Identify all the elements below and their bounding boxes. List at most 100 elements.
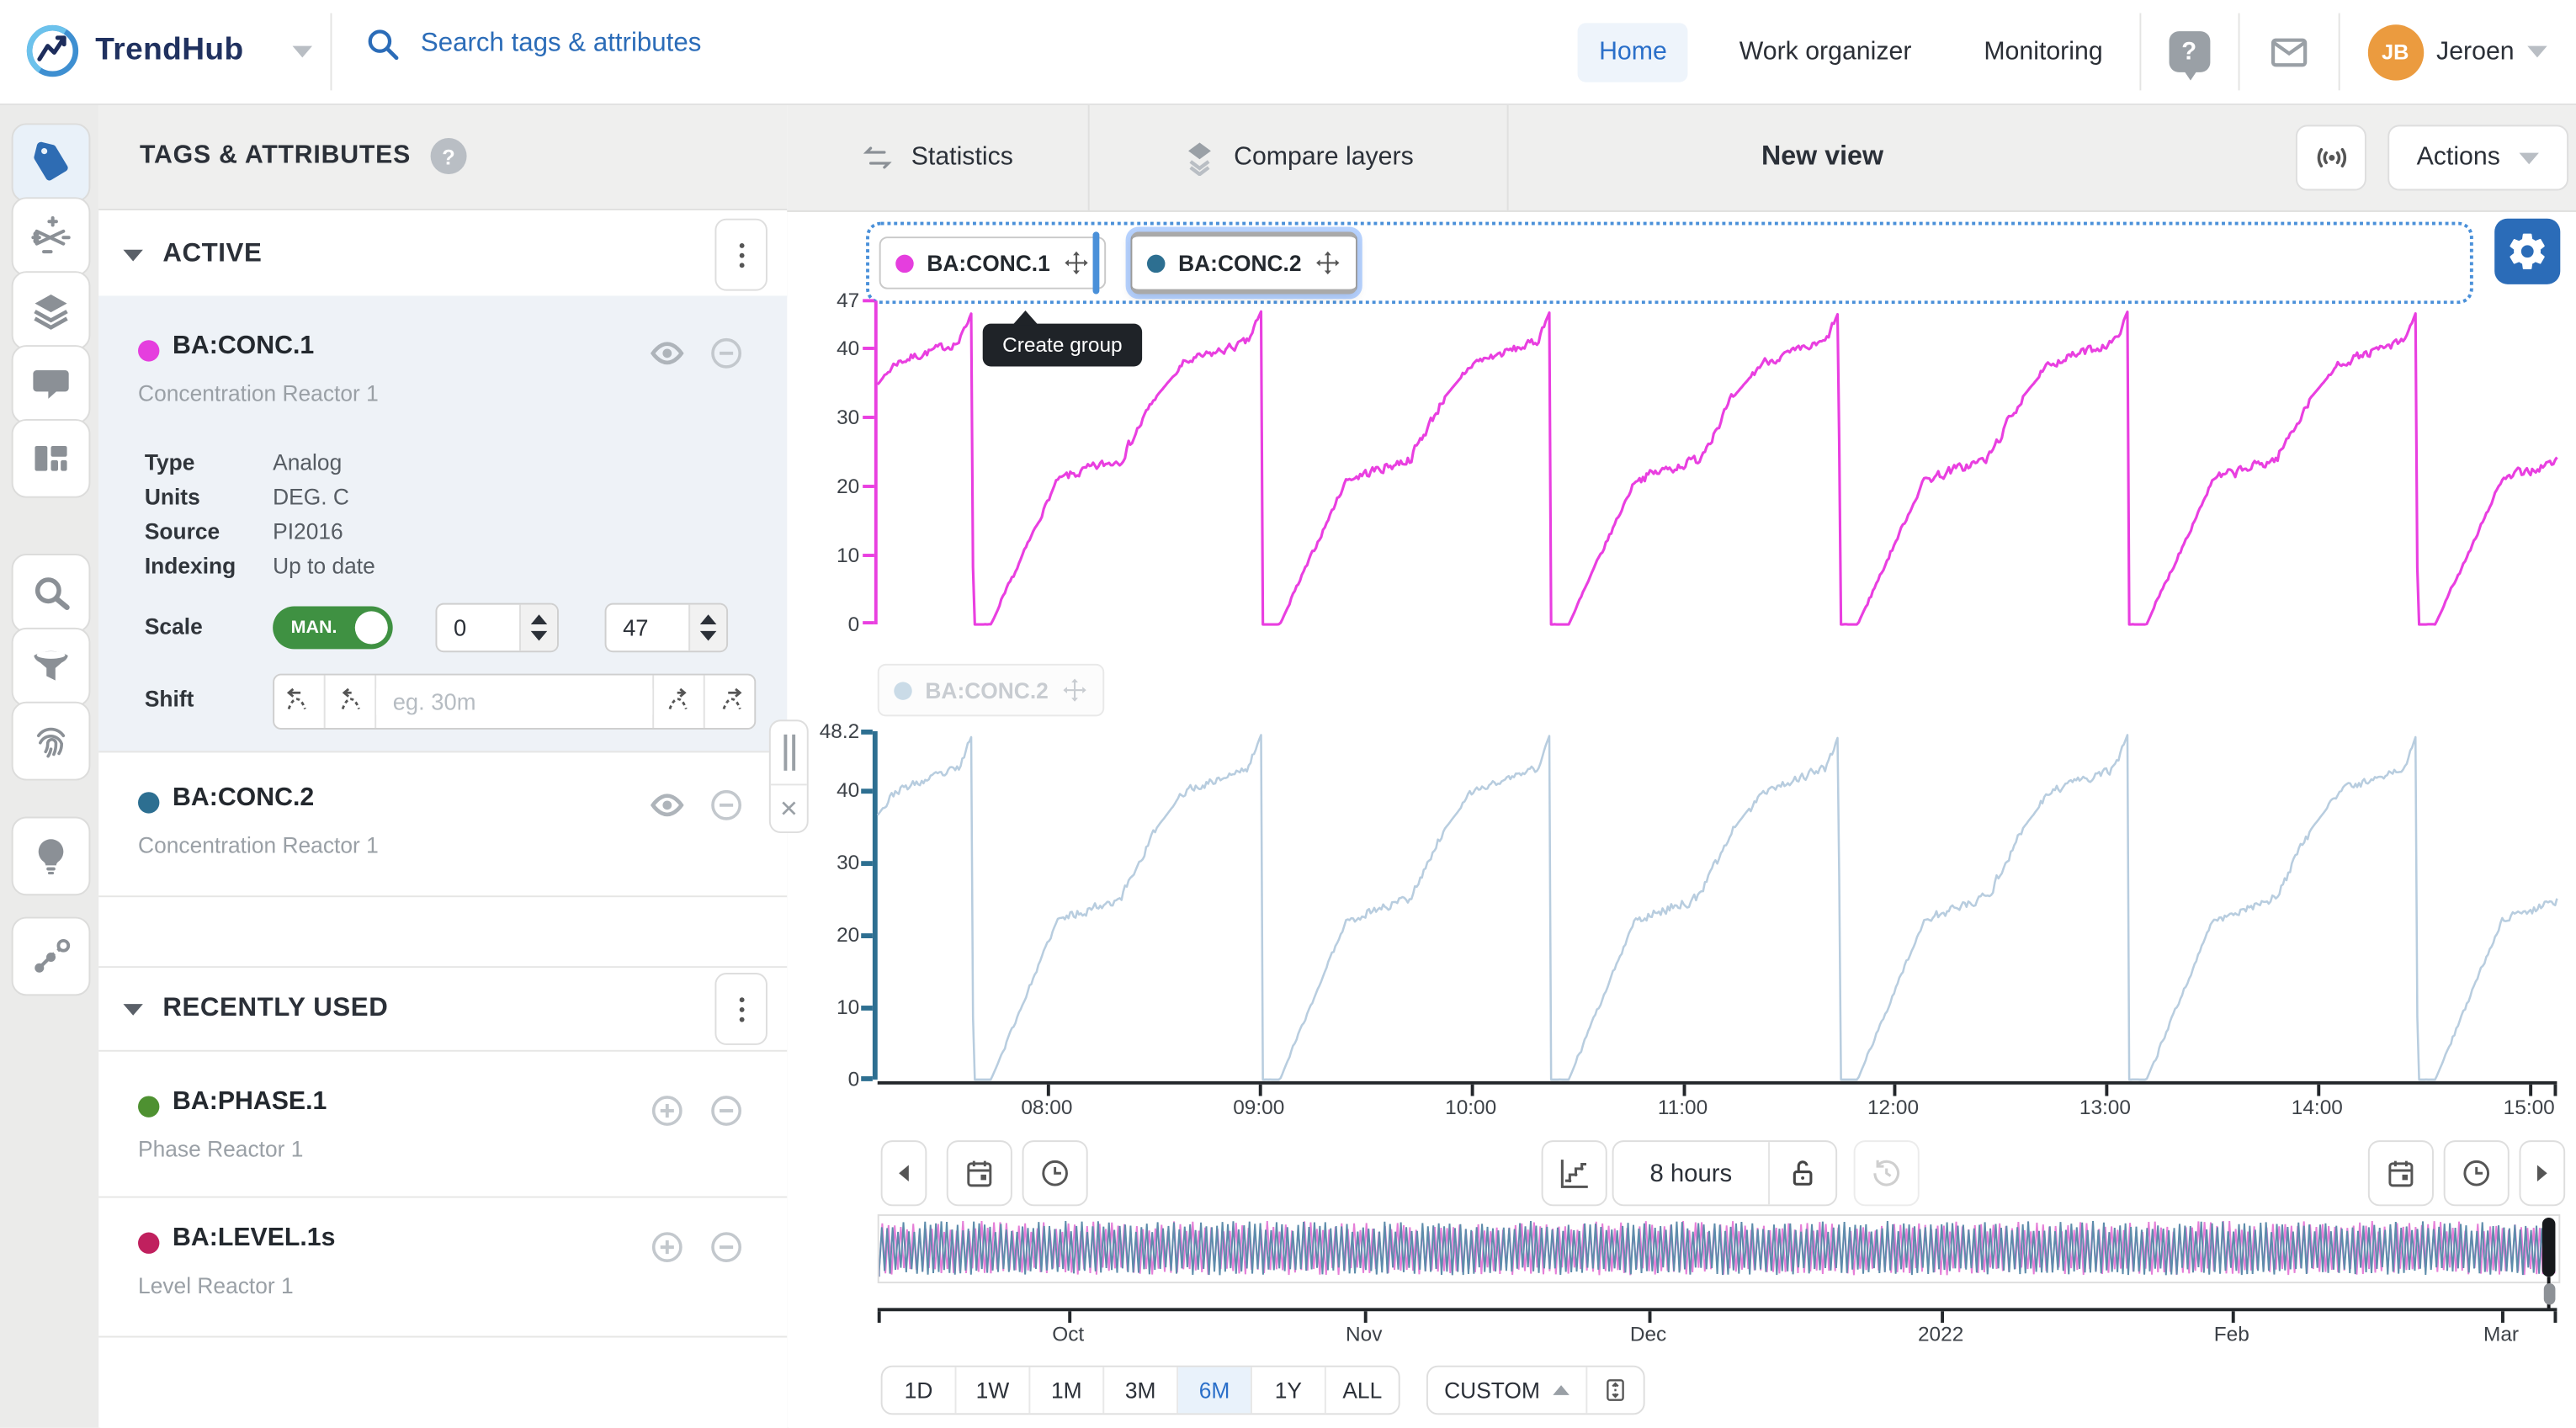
nav-monitoring[interactable]: Monitoring <box>1963 22 2124 81</box>
group-drop-zone[interactable] <box>866 222 2473 305</box>
y-tick-label: 0 <box>794 613 859 635</box>
shift-far-right-button[interactable] <box>705 676 755 728</box>
visibility-eye-icon[interactable] <box>649 787 685 823</box>
range-3m[interactable]: 3M <box>1104 1367 1178 1414</box>
brand[interactable]: TrendHub <box>23 21 312 80</box>
actions-button[interactable]: Actions <box>2387 125 2568 190</box>
chip-color-dot <box>894 681 911 698</box>
range-custom[interactable]: CUSTOM <box>1428 1367 1587 1414</box>
chart-settings-button[interactable] <box>2494 219 2560 284</box>
remove-tag-icon[interactable] <box>709 1093 745 1129</box>
collapse-caret-icon[interactable] <box>123 249 142 261</box>
nav-home[interactable]: Home <box>1578 22 1689 81</box>
user-dropdown-caret[interactable] <box>2527 46 2547 58</box>
series-chip-ba-conc-2-dragging[interactable]: BA:CONC.2 <box>1130 231 1357 294</box>
shift-right-icon <box>664 687 693 716</box>
tag-card-ba-conc-1[interactable]: BA:CONC.1 Concentration Reactor 1 Type A… <box>98 295 787 752</box>
filter-icon <box>29 645 72 688</box>
brand-dropdown-caret[interactable] <box>293 45 312 57</box>
recent-section-menu-button[interactable] <box>714 973 767 1045</box>
fit-range-button[interactable] <box>1587 1367 1643 1414</box>
visibility-eye-icon[interactable] <box>649 335 685 371</box>
pan-back-button[interactable] <box>881 1140 927 1206</box>
lock-window-button[interactable] <box>1770 1142 1835 1204</box>
scale-mode-toggle[interactable]: MAN. <box>273 607 393 650</box>
history-button[interactable] <box>1854 1140 1920 1206</box>
recent-tag-ba-phase-1[interactable]: BA:PHASE.1 Phase Reactor 1 <box>98 1059 787 1197</box>
rail-search[interactable] <box>12 554 91 633</box>
chevron-left-icon <box>895 1164 912 1183</box>
overview-strip[interactable] <box>878 1214 2561 1283</box>
recent-tag-ba-level-1s[interactable]: BA:LEVEL.1s Level Reactor 1 <box>98 1197 787 1338</box>
tag-card-ba-conc-2[interactable]: BA:CONC.2 Concentration Reactor 1 <box>98 751 787 897</box>
shift-far-left-icon <box>284 687 314 716</box>
range-1d[interactable]: 1D <box>883 1367 957 1414</box>
compare-layers-button[interactable]: Compare layers <box>1088 104 1507 210</box>
chip-color-dot <box>1147 254 1165 272</box>
start-time-button[interactable] <box>1022 1140 1088 1206</box>
start-date-button[interactable] <box>947 1140 1012 1206</box>
nav-divider <box>2238 13 2239 91</box>
move-icon[interactable] <box>1063 250 1089 276</box>
clock-icon <box>2460 1157 2493 1190</box>
section-active: ACTIVE <box>98 214 787 298</box>
rail-fingerprint[interactable] <box>12 702 91 781</box>
move-icon[interactable] <box>1315 250 1341 276</box>
range-1w[interactable]: 1W <box>956 1367 1030 1414</box>
scrubber-grip[interactable] <box>2543 1283 2555 1304</box>
tag-name: BA:CONC.2 <box>173 783 314 813</box>
panel-help-icon[interactable]: ? <box>431 138 467 174</box>
avatar[interactable]: JB <box>2367 24 2423 79</box>
interpolation-mode-button[interactable] <box>1542 1140 1607 1206</box>
chart2-plot[interactable] <box>878 731 2557 1080</box>
chart1-plot[interactable] <box>878 300 2557 624</box>
rail-tags[interactable] <box>12 123 91 202</box>
rail-layers[interactable] <box>12 271 91 350</box>
help-icon[interactable]: ? <box>2169 31 2210 72</box>
rail-dashboards[interactable] <box>12 419 91 498</box>
overview-scrubber-handle[interactable] <box>2542 1218 2556 1277</box>
remove-tag-icon[interactable] <box>709 787 745 823</box>
scale-max-stepper[interactable]: 47 <box>605 603 728 653</box>
time-window-button[interactable]: 8 hours <box>1614 1142 1771 1204</box>
user-name[interactable]: Jeroen <box>2436 37 2515 66</box>
add-tag-icon[interactable] <box>649 1229 685 1266</box>
y-tick-label: 10 <box>794 544 859 566</box>
global-search[interactable]: Search tags & attributes <box>364 26 701 62</box>
shift-input[interactable] <box>376 688 652 714</box>
shift-far-left-button[interactable] <box>274 676 326 728</box>
scale-max-value: 47 <box>607 605 689 651</box>
month-label: Feb <box>2182 1323 2281 1346</box>
scale-max-spin-buttons[interactable] <box>688 605 726 651</box>
scale-min-spin-buttons[interactable] <box>519 605 557 651</box>
range-1y[interactable]: 1Y <box>1252 1367 1326 1414</box>
rail-ideas[interactable] <box>12 816 91 895</box>
range-6m[interactable]: 6M <box>1178 1367 1252 1414</box>
add-tag-icon[interactable] <box>649 1093 685 1129</box>
shift-left-button[interactable] <box>326 676 377 728</box>
remove-tag-icon[interactable] <box>709 335 745 371</box>
rail-calculations[interactable] <box>12 197 91 276</box>
rail-filter[interactable] <box>12 628 91 707</box>
series-chip-ba-conc-1[interactable]: BA:CONC.1 <box>879 236 1107 289</box>
scale-min-stepper[interactable]: 0 <box>435 603 558 653</box>
rail-connections[interactable] <box>12 917 91 996</box>
search-placeholder: Search tags & attributes <box>421 29 701 59</box>
panel-drag-handle[interactable] <box>771 721 807 785</box>
rail-comments[interactable] <box>12 345 91 424</box>
mail-icon[interactable] <box>2267 30 2310 73</box>
range-all[interactable]: ALL <box>1326 1367 1399 1414</box>
shift-right-button[interactable] <box>654 676 705 728</box>
live-broadcast-button[interactable] <box>2296 125 2366 190</box>
panel-collapse-button[interactable]: ✕ <box>771 785 807 831</box>
end-time-button[interactable] <box>2444 1140 2510 1206</box>
end-date-button[interactable] <box>2368 1140 2434 1206</box>
range-1m[interactable]: 1M <box>1030 1367 1104 1414</box>
active-section-menu-button[interactable] <box>714 219 767 291</box>
collapse-caret-icon[interactable] <box>123 1003 142 1015</box>
pan-forward-button[interactable] <box>2519 1140 2565 1206</box>
statistics-button[interactable]: Statistics <box>787 104 1087 210</box>
lightbulb-icon <box>29 835 72 878</box>
nav-work-organizer[interactable]: Work organizer <box>1718 22 1932 81</box>
remove-tag-icon[interactable] <box>709 1229 745 1266</box>
